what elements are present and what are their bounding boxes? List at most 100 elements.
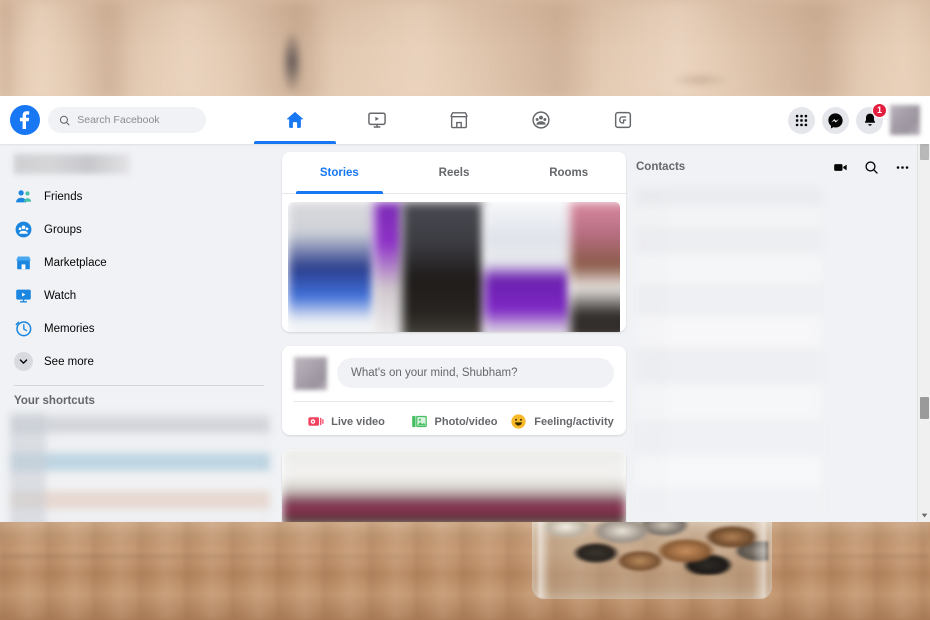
marketplace-icon [450,112,468,129]
photo-video-button[interactable]: Photo/video [400,408,508,436]
search-icon [59,115,70,125]
watch-icon [368,112,386,128]
friends-icon [16,190,32,203]
sidebar-item-label: See more [44,355,94,368]
search-icon [865,160,878,174]
sidebar-item-marketplace[interactable]: Marketplace [8,246,272,279]
coin-jar-glass-highlight-right [752,517,766,599]
facebook-window: 1 Friends [0,96,930,522]
page-scrollbar[interactable] [917,144,930,522]
page-body: Friends Groups Marketplace Watch Memorie… [0,144,930,522]
sidebar-item-label: Watch [44,289,77,302]
nav-tab-home[interactable] [254,96,336,144]
top-navigation-bar: 1 [0,96,930,144]
scroll-down-arrow-icon [921,513,928,518]
contacts-options-button[interactable] [895,160,910,175]
home-icon [286,111,304,128]
feed-post-card[interactable] [282,449,626,522]
live-video-button[interactable]: Live video [292,408,400,436]
tab-label: Rooms [549,166,589,179]
post-image [282,449,626,522]
scroll-down-button[interactable] [918,509,930,522]
sidebar-item-see-more[interactable]: See more [8,345,272,378]
groups-icon [15,221,32,238]
photo-video-icon [411,416,427,428]
stories-tab-bar: Stories Reels Rooms [282,152,626,194]
live-video-icon [308,417,324,426]
tab-label: Stories [319,166,359,179]
see-more-circle [14,352,33,371]
more-horizontal-icon [896,165,909,169]
coin-jar-glass-highlight-left [538,517,550,599]
chevron-down-icon [19,359,28,364]
sidebar-item-groups[interactable]: Groups [8,213,272,246]
composer-actions-row: Live video Photo/video Feeling/activity [282,402,626,436]
background-photo-wooden-table [0,520,930,620]
story-thumbnail[interactable] [402,202,484,332]
left-sidebar: Friends Groups Marketplace Watch Memorie… [0,144,280,522]
composer-input[interactable] [337,358,614,389]
nav-tab-gaming[interactable] [582,96,664,144]
search-input[interactable] [77,114,195,126]
notifications-button[interactable]: 1 [856,102,887,134]
tab-stories[interactable]: Stories [282,152,397,194]
background-photo-coin-jar [532,517,772,599]
sidebar-item-label: Marketplace [44,256,107,269]
feeling-activity-button[interactable]: Feeling/activity [508,408,616,436]
grid-menu-button[interactable] [788,106,815,134]
sidebar-item-memories[interactable]: Memories [8,312,272,345]
story-thumbnail[interactable] [288,202,374,332]
feed-column: Stories Reels Rooms What's on your mind,… [280,144,628,522]
messenger-button[interactable] [822,106,849,134]
contacts-video-room-button[interactable] [833,160,848,175]
story-thumbnail[interactable] [374,202,402,332]
topbar-left-group [0,105,250,135]
contacts-header: Contacts [636,154,916,180]
nav-tab-marketplace[interactable] [418,96,500,144]
feeling-activity-icon [511,414,526,429]
tab-active-underline [296,191,383,194]
sidebar-divider [14,385,264,386]
nav-tab-active-underline [254,141,336,144]
stories-thumbnail-strip [288,202,620,332]
feeling-activity-label: Feeling/activity [534,415,614,428]
contacts-actions [833,160,910,175]
sidebar-item-friends[interactable]: Friends [8,180,272,213]
tab-rooms[interactable]: Rooms [511,152,626,193]
search-bar[interactable] [48,107,206,133]
main-navigation-tabs [254,96,664,144]
scrollbar-thumb[interactable] [920,397,929,419]
contacts-list[interactable] [636,188,822,518]
marketplace-icon [16,256,31,270]
grid-menu-icon [795,114,808,126]
scrollbar-thumb-top[interactable] [920,144,929,160]
photo-video-label: Photo/video [434,415,498,428]
gaming-icon [614,111,632,129]
sidebar-item-label: Memories [44,322,95,335]
facebook-logo-icon[interactable] [10,105,40,135]
profile-avatar[interactable] [890,105,920,135]
notifications-badge: 1 [872,102,887,118]
video-camera-icon [834,163,847,171]
sidebar-item-watch[interactable]: Watch [8,279,272,312]
stories-card: Stories Reels Rooms [282,152,626,332]
topbar-right-group: 1 [788,102,930,135]
post-composer-card: Live video Photo/video [282,345,626,436]
shortcuts-section-title: Your shortcuts [14,395,95,407]
shortcuts-list[interactable] [10,413,270,522]
messenger-icon [828,112,843,129]
story-thumbnail[interactable] [570,202,620,332]
sidebar-item-label: Groups [44,223,82,236]
tab-reels[interactable]: Reels [397,152,512,193]
composer-avatar[interactable] [294,356,327,390]
contacts-title: Contacts [636,161,686,173]
composer-top-row [282,346,626,401]
contacts-search-button[interactable] [864,160,879,175]
story-thumbnail[interactable] [484,202,570,332]
contacts-panel: Contacts [628,144,930,522]
nav-tab-watch[interactable] [336,96,418,144]
memories-clock-icon [15,321,32,337]
sidebar-profile-name[interactable] [14,154,130,174]
nav-tab-groups[interactable] [500,96,582,144]
tab-label: Reels [438,166,470,179]
